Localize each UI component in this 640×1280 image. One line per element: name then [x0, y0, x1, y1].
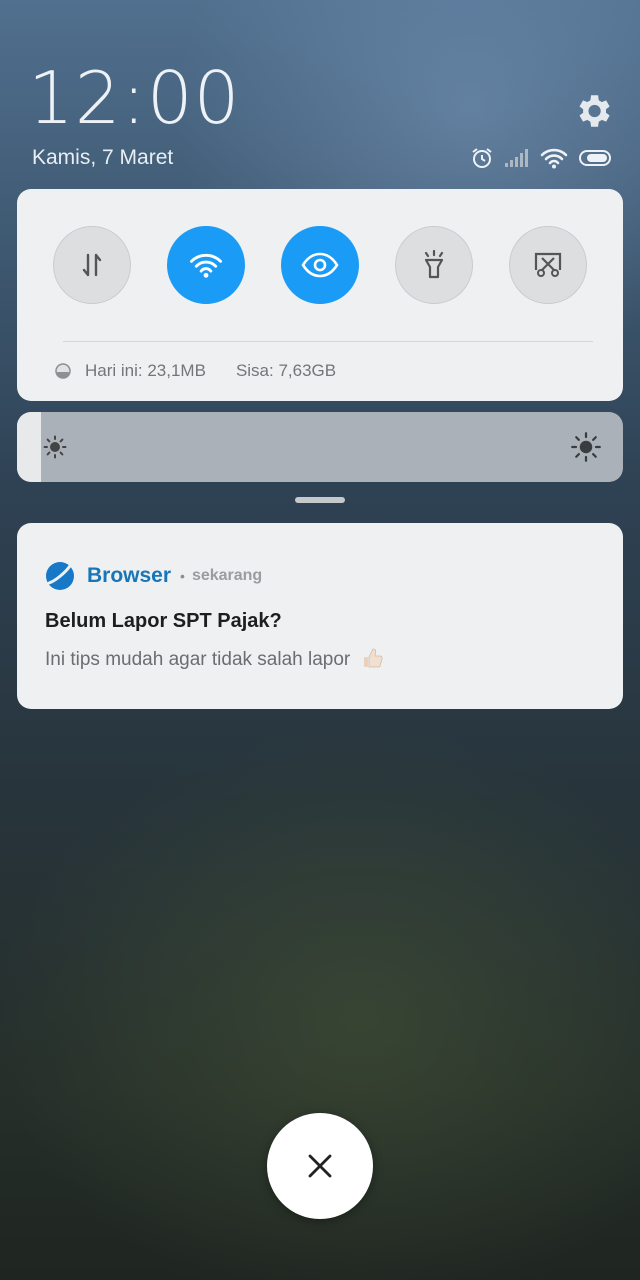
data-usage-icon [55, 363, 71, 379]
notification-separator: • [180, 568, 185, 584]
battery-icon [579, 150, 611, 166]
mobile-data-toggle[interactable] [53, 226, 131, 304]
screenshot-toggle[interactable] [509, 226, 587, 304]
data-remaining: Sisa: 7,63GB [235, 361, 337, 380]
data-today: Hari ini: 23,1MB [85, 361, 206, 380]
wifi-icon [540, 148, 568, 169]
notification-app-name: Browser [87, 564, 172, 587]
notification-body: Ini tips mudah agar tidak salah lapor [45, 649, 351, 670]
quick-settings-panel: Hari ini: 23,1MB Sisa: 7,63GB [17, 189, 623, 401]
eye-icon [301, 252, 339, 278]
alarm-icon [472, 148, 492, 168]
wifi-icon [189, 253, 223, 278]
brightness-high-icon [571, 432, 601, 462]
close-icon [308, 1154, 332, 1178]
brightness-fill [17, 412, 42, 482]
wifi-toggle[interactable] [167, 226, 245, 304]
notification-card[interactable]: Browser • sekarang Belum Lapor SPT Pajak… [17, 523, 623, 709]
status-bar-icons [470, 144, 614, 172]
notification-header: Browser • sekarang [45, 561, 262, 591]
data-usage: Hari ini: 23,1MB Sisa: 7,63GB [55, 361, 336, 381]
thumbs-up-emoji-icon [363, 648, 383, 668]
settings-gear-icon[interactable] [572, 90, 614, 132]
notification-time: sekarang [191, 567, 263, 584]
close-button[interactable] [267, 1113, 373, 1219]
brightness-low-icon [43, 435, 67, 459]
browser-app-icon [46, 562, 74, 590]
brightness-slider[interactable] [17, 412, 623, 482]
flashlight-toggle[interactable] [395, 226, 473, 304]
signal-icon [505, 149, 528, 167]
date: Kamis, 7 Maret [32, 146, 174, 169]
data-arrows-icon [82, 253, 102, 277]
quick-toggles [53, 226, 587, 304]
clock: 12:00 [28, 56, 241, 140]
reading-mode-toggle[interactable] [281, 226, 359, 304]
screenshot-icon [534, 252, 562, 277]
notification-body-line: Ini tips mudah agar tidak salah lapor [45, 647, 384, 671]
notification-title: Belum Lapor SPT Pajak? [45, 610, 282, 632]
shade-handle[interactable] [295, 497, 345, 503]
divider [63, 341, 593, 342]
flashlight-icon [424, 249, 444, 279]
